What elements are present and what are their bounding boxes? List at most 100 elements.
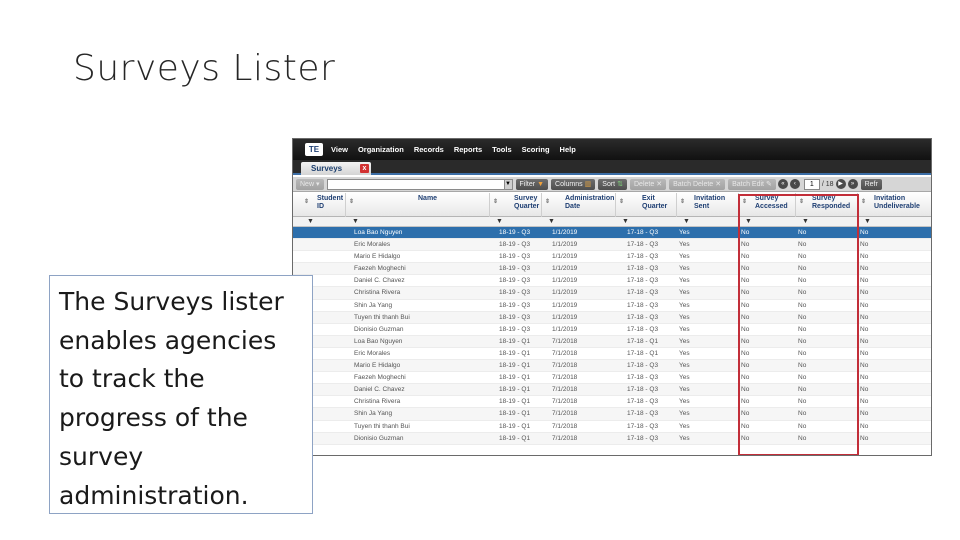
table-row[interactable]: Mario E Hidalgo 18-19 - Q3 1/1/2019 17-18 -… — [293, 251, 931, 264]
cell-iu: No — [860, 386, 869, 394]
table-row[interactable]: Dionisio Guzman 18-19 - Q3 1/1/2019 17-18 -… — [293, 324, 931, 336]
menu-help[interactable]: Help — [560, 145, 576, 154]
cell-sr: No — [798, 241, 807, 249]
table-row[interactable]: Loa Bao Nguyen 18-19 - Q3 1/1/2019 17-18 - … — [293, 227, 931, 240]
table-row[interactable]: Christina Rivera 18-19 - Q3 1/1/2019 17-18 … — [293, 287, 931, 300]
column-filter-icon[interactable]: ▼ — [307, 218, 314, 225]
table-row[interactable]: Daniel C. Chavez 18-19 - Q3 1/1/2019 17-18 … — [293, 275, 931, 288]
batch-delete-label: Batch Delete — [673, 180, 714, 188]
columns-icon: ▥ — [584, 180, 592, 188]
table-row[interactable]: Mario E Hidalgo 18-19 - Q1 7/1/2018 17-18 -… — [293, 360, 931, 373]
cell-is: Yes — [679, 313, 690, 321]
sort-arrows-icon[interactable]: ⇕ — [545, 198, 550, 206]
grid-header: ⇕ Student ID ⇕ Name ⇕ Survey Quarter ⇕ Administ… — [293, 193, 931, 217]
tab-surveys[interactable]: Surveys x — [301, 162, 371, 175]
cell-eq: 17-18 - Q3 — [627, 313, 659, 321]
next-page-icon[interactable]: ▶ — [835, 179, 846, 189]
column-filter-icon[interactable]: ▼ — [802, 218, 809, 225]
menu-records[interactable]: Records — [414, 145, 444, 154]
column-header-sa[interactable]: ⇕ Survey Accessed — [739, 193, 796, 217]
cell-sa: No — [741, 398, 750, 406]
cell-sq: 18-19 - Q3 — [499, 265, 531, 273]
sort-arrows-icon[interactable]: ⇕ — [619, 198, 624, 206]
cell-sq: 18-19 - Q1 — [499, 422, 531, 430]
column-filter-icon[interactable]: ▼ — [352, 218, 359, 225]
column-filter-icon[interactable]: ▼ — [683, 218, 690, 225]
column-filter-icon[interactable]: ▼ — [745, 218, 752, 225]
delete-button-label: Delete — [634, 180, 655, 188]
column-filter-icon[interactable]: ▼ — [622, 218, 629, 225]
sort-arrows-icon[interactable]: ⇕ — [493, 198, 498, 206]
cell-name: Christina Rivera — [354, 398, 401, 406]
sort-arrows-icon[interactable]: ⇕ — [742, 198, 747, 206]
column-filter-icon[interactable]: ▼ — [496, 218, 503, 225]
refresh-button[interactable]: Refr — [860, 178, 882, 190]
cell-iu: No — [860, 289, 869, 297]
new-button[interactable]: New ▾ — [296, 178, 324, 190]
column-header-sr[interactable]: ⇕ Survey Responded — [796, 193, 858, 217]
cell-sr: No — [798, 337, 807, 345]
sort-button[interactable]: Sort ⇅ — [598, 178, 627, 190]
first-page-icon[interactable]: « — [777, 179, 788, 189]
table-row[interactable]: Tuyen thi thanh Bui 18-19 - Q3 1/1/2019 17-… — [293, 311, 931, 324]
column-header-sid[interactable]: ⇕ Student ID — [301, 193, 346, 217]
last-page-icon[interactable]: » — [847, 179, 858, 189]
cell-ad: 1/1/2019 — [552, 301, 578, 309]
cell-eq: 17-18 - Q1 — [627, 349, 659, 357]
column-header-eq[interactable]: ⇕ Exit Quarter — [616, 193, 677, 217]
column-header-sq[interactable]: ⇕ Survey Quarter — [490, 193, 542, 217]
menu-view[interactable]: View — [331, 145, 348, 154]
cell-sr: No — [798, 325, 807, 333]
table-row[interactable]: Shin Ja Yang 18-19 - Q1 7/1/2018 17-18 - Q3… — [293, 408, 931, 421]
sort-arrows-icon[interactable]: ⇕ — [349, 198, 354, 206]
cell-is: Yes — [679, 277, 690, 285]
table-row[interactable]: Loa Bao Nguyen 18-19 - Q1 7/1/2018 17-18 - … — [293, 335, 931, 348]
cell-name: Faezeh Moghechi — [354, 265, 406, 273]
cell-eq: 17-18 - Q3 — [627, 398, 659, 406]
cell-eq: 17-18 - Q3 — [627, 301, 659, 309]
table-row[interactable]: Eric Morales 18-19 - Q3 1/1/2019 17-18 - Q3… — [293, 239, 931, 252]
column-header-is[interactable]: ⇕ Invitation Sent — [677, 193, 739, 217]
search-input[interactable] — [326, 178, 505, 190]
table-row[interactable]: Tuyen thi thanh Bui 18-19 - Q1 7/1/2018 17-… — [293, 421, 931, 433]
table-row[interactable]: Faezeh Moghechi 18-19 - Q3 1/1/2019 17-18 -… — [293, 263, 931, 276]
table-row[interactable]: Shin Ja Yang 18-19 - Q3 1/1/2019 17-18 - Q3… — [293, 300, 931, 312]
cell-name: Loa Bao Nguyen — [354, 337, 403, 345]
columns-button[interactable]: Columns ▥ — [551, 178, 596, 190]
column-header-ad[interactable]: ⇕ Administration Date — [542, 193, 616, 217]
cell-name: Dionisio Guzman — [354, 434, 404, 442]
column-header-iu[interactable]: ⇕ Invitation Undeliverable — [858, 193, 931, 217]
menu-reports[interactable]: Reports — [454, 145, 482, 154]
column-header-name[interactable]: ⇕ Name — [346, 193, 490, 217]
cell-iu: No — [860, 362, 869, 370]
close-icon[interactable]: x — [360, 164, 369, 173]
column-header-label: Administration Date — [565, 195, 615, 210]
table-row[interactable]: Christina Rivera 18-19 - Q1 7/1/2018 17-18 … — [293, 396, 931, 409]
column-filter-icon[interactable]: ▼ — [548, 218, 555, 225]
cell-sa: No — [741, 289, 750, 297]
table-row[interactable]: Faezeh Moghechi 18-19 - Q1 7/1/2018 17-18 -… — [293, 372, 931, 385]
sort-arrows-icon[interactable]: ⇕ — [680, 198, 685, 206]
dropdown-arrow-icon: ▾ — [316, 180, 320, 188]
delete-button[interactable]: Delete ✕ — [630, 178, 667, 190]
table-row[interactable]: Daniel C. Chavez 18-19 - Q1 7/1/2018 17-18 … — [293, 384, 931, 397]
cell-name: Tuyen thi thanh Bui — [354, 422, 410, 430]
table-row[interactable]: Dionisio Guzman 18-19 - Q1 7/1/2018 17-18 -… — [293, 432, 931, 445]
batch-edit-button[interactable]: Batch Edit ✎ — [728, 178, 776, 190]
filter-button[interactable]: Filter ▼ — [515, 178, 549, 190]
column-filter-icon[interactable]: ▼ — [864, 218, 871, 225]
sort-arrows-icon[interactable]: ⇕ — [861, 198, 866, 206]
chevron-down-icon[interactable]: ▼ — [503, 178, 513, 190]
cell-sa: No — [741, 313, 750, 321]
previous-page-icon[interactable]: ‹ — [789, 179, 800, 189]
table-row[interactable]: Eric Morales 18-19 - Q1 7/1/2018 17-18 - Q1… — [293, 348, 931, 361]
page-number-input[interactable]: 1 — [803, 178, 820, 190]
cell-sq: 18-19 - Q1 — [499, 337, 531, 345]
cell-iu: No — [860, 374, 869, 382]
menu-organization[interactable]: Organization — [358, 145, 404, 154]
sort-arrows-icon[interactable]: ⇕ — [304, 198, 309, 206]
menu-scoring[interactable]: Scoring — [522, 145, 550, 154]
sort-arrows-icon[interactable]: ⇕ — [799, 198, 804, 206]
batch-delete-button[interactable]: Batch Delete ✕ — [669, 178, 726, 190]
menu-tools[interactable]: Tools — [492, 145, 511, 154]
